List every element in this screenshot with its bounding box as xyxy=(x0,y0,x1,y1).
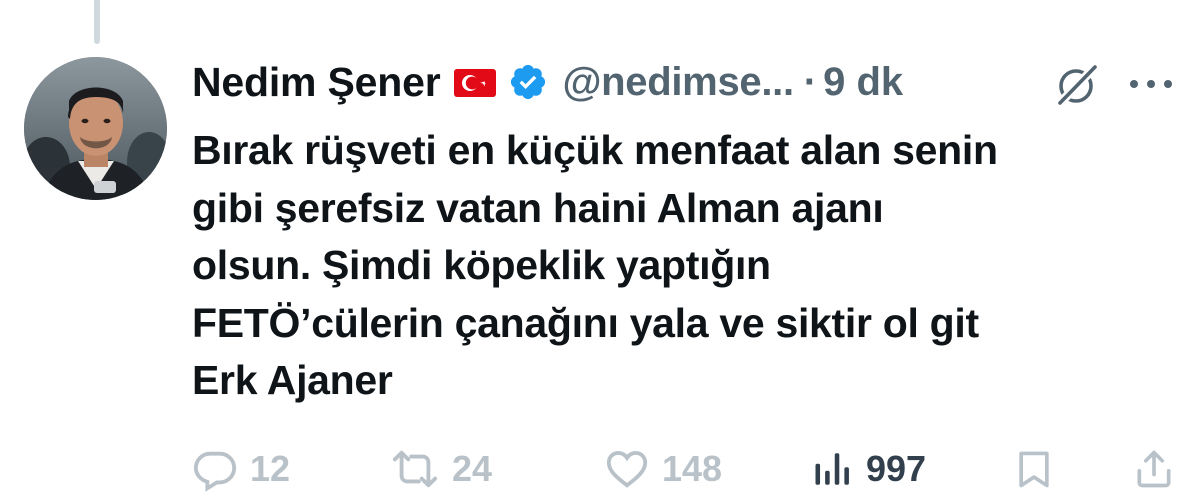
avatar[interactable] xyxy=(24,57,167,200)
bookmark-icon xyxy=(1019,451,1049,488)
more-options-icon[interactable] xyxy=(1126,72,1176,96)
share-icon xyxy=(1137,450,1171,488)
timestamp[interactable]: 9 dk xyxy=(823,60,903,105)
avatar-photo xyxy=(24,57,167,200)
verified-badge-icon xyxy=(508,62,548,102)
tweet-actions-bar: 12 24 148 997 xyxy=(192,440,1182,498)
view-count: 997 xyxy=(866,448,927,489)
reply-count: 12 xyxy=(250,448,291,489)
tweet-text-line: Bırak rüşveti en küçük menfaat alan seni… xyxy=(192,127,998,173)
grok-icon[interactable] xyxy=(1054,62,1100,108)
author-handle[interactable]: @nedimse... xyxy=(562,60,794,105)
tweet-text-line: FETÖ’cülerin çanağını yala ve siktir ol … xyxy=(192,299,979,346)
thread-connector-line xyxy=(94,0,100,44)
heart-icon xyxy=(606,450,648,488)
analytics-icon xyxy=(815,453,849,485)
tweet-text-line: olsun. Şimdi köpeklik yaptığın xyxy=(192,242,771,288)
tweet-header: Nedim Şener @nedimse... · 9 dk xyxy=(192,52,1182,112)
separator-dot: · xyxy=(803,59,818,104)
retweet-count: 24 xyxy=(452,448,493,489)
retweet-icon xyxy=(392,450,438,488)
tweet-text-line: Erk Ajaner xyxy=(192,357,393,403)
like-button[interactable]: 148 xyxy=(604,440,722,498)
turkey-flag-icon xyxy=(454,69,497,97)
author-name[interactable]: Nedim Şener xyxy=(192,59,441,106)
like-count: 148 xyxy=(662,448,723,489)
reply-button[interactable]: 12 xyxy=(192,440,290,498)
views-button[interactable]: 997 xyxy=(812,440,926,498)
tweet-text: Bırak rüşveti en küçük menfaat alan seni… xyxy=(192,122,1182,410)
reply-icon xyxy=(193,451,237,492)
bookmark-button[interactable] xyxy=(1012,440,1056,498)
tweet-text-line: gibi şerefsiz vatan haini Alman ajanı xyxy=(192,184,884,231)
share-button[interactable] xyxy=(1132,440,1176,498)
retweet-button[interactable]: 24 xyxy=(390,440,492,498)
